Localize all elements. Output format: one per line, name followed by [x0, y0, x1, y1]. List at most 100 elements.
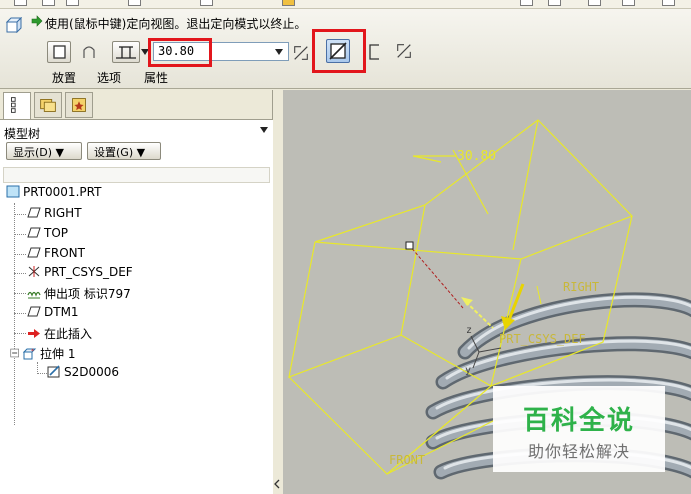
toolbar-view3-icon[interactable] — [588, 0, 601, 6]
tree-node-dtm1[interactable]: DTM1 — [27, 305, 79, 323]
tree-node-label: RIGHT — [44, 206, 82, 220]
highlight-box-remove-material — [312, 29, 366, 73]
tree-connector — [14, 203, 15, 425]
tree-connector — [14, 333, 26, 334]
message-arrow-icon — [31, 15, 43, 27]
toolbar-view-icon[interactable] — [520, 0, 533, 6]
protrusion-feature-icon — [27, 291, 41, 299]
tree-node-csys[interactable]: PRT_CSYS_DEF — [27, 265, 133, 283]
toolbar-view5-icon[interactable] — [662, 0, 675, 6]
model-tree-title: 模型树 — [4, 127, 41, 141]
depth-drag-line — [408, 244, 464, 309]
folder-browser-icon — [40, 99, 56, 112]
model-tree-icon — [11, 97, 16, 113]
tree-connector — [14, 234, 26, 235]
tree-node-label: PRT0001.PRT — [23, 185, 102, 199]
extrude-dashboard: 使用(鼠标中键)定向视图。退出定向模式以终止。 30.80 放置 选项 属性 — [0, 9, 691, 89]
toolbar-open-icon[interactable] — [42, 0, 55, 6]
coordinate-system-icon — [28, 266, 40, 277]
toolbar-view4-icon[interactable] — [622, 0, 635, 6]
tree-node-label: PRT_CSYS_DEF — [44, 265, 133, 279]
toolbar-view2-icon[interactable] — [548, 0, 561, 6]
tree-node-insert-here[interactable]: 在此插入 — [27, 325, 92, 343]
navigator-panel: 模型树 显示(D) ▼ 设置(G) ▼ PRT0001.PRT RIGHT TO… — [0, 90, 280, 494]
extrude-feature-icon — [6, 17, 22, 33]
watermark-subtitle: 助你轻松解决 — [527, 442, 630, 461]
settings-menu-button[interactable]: 设置(G) ▼ — [87, 142, 161, 160]
watermark-title: 百科全说 — [522, 406, 635, 436]
blind-depth-icon — [116, 46, 136, 59]
surface-button[interactable] — [77, 41, 101, 63]
main-toolbar-partial — [0, 0, 691, 9]
datum-label-front: FRONT — [389, 453, 425, 467]
part-icon — [6, 185, 20, 198]
depth-dropdown-chevron-down-icon[interactable] — [275, 49, 283, 55]
tree-menu-chevron-down-icon[interactable] — [260, 127, 268, 133]
tab-folder-browser[interactable] — [34, 92, 62, 118]
tree-node-label: DTM1 — [44, 305, 79, 319]
datum-plane-icon — [27, 207, 41, 218]
status-message: 使用(鼠标中键)定向视图。退出定向模式以终止。 — [45, 17, 307, 31]
solid-button[interactable] — [47, 41, 71, 63]
toolbar-new-icon[interactable] — [14, 0, 27, 6]
thicken-flip-icon — [397, 44, 411, 58]
blind-depth-button[interactable] — [112, 41, 140, 63]
tree-node-label: 在此插入 — [44, 327, 93, 341]
tree-connector — [14, 273, 26, 274]
tree-node-sketch[interactable]: S2D0006 — [47, 365, 119, 383]
flip-direction-icon — [294, 46, 308, 60]
tab-favorites[interactable] — [65, 92, 93, 118]
watermark-badge: 百科全说 助你轻松解决 — [493, 386, 665, 472]
depth-dimension-label[interactable]: 30.80 — [457, 149, 496, 164]
show-menu-button[interactable]: 显示(D) ▼ — [6, 142, 82, 160]
model-tree-pane: 模型树 显示(D) ▼ 设置(G) ▼ PRT0001.PRT RIGHT TO… — [0, 119, 273, 494]
surface-icon — [83, 46, 95, 58]
tree-connector — [14, 254, 26, 255]
tab-model-tree[interactable] — [3, 92, 31, 120]
tree-node-top-plane[interactable]: TOP — [27, 226, 68, 244]
toolbar-save-icon[interactable] — [66, 0, 79, 6]
tree-connector — [37, 373, 47, 374]
extrude-feature-icon: * — [23, 348, 37, 360]
datum-label-csys: PRT_CSYS_DEF — [499, 332, 586, 346]
tree-node-label: 拉伸 1 — [40, 347, 76, 361]
highlight-box-depth — [148, 38, 212, 67]
tree-filter-strip[interactable] — [3, 167, 270, 183]
collapse-minus-icon[interactable] — [10, 348, 20, 358]
tab-properties[interactable]: 属性 — [144, 69, 168, 86]
tree-node-protrusion[interactable]: 伸出项 标识797 — [27, 285, 131, 303]
tree-node-label: TOP — [44, 226, 69, 240]
depth-drag-handle[interactable] — [405, 241, 414, 250]
panel-scroll-left-icon[interactable] — [272, 474, 282, 494]
tree-node-label: 伸出项 标识797 — [44, 287, 131, 301]
toolbar-paste-icon[interactable] — [282, 0, 295, 6]
flip-direction-button[interactable] — [291, 43, 311, 63]
axis-label-y: y — [465, 365, 471, 376]
insert-arrow-icon — [28, 329, 40, 338]
tree-connector — [14, 313, 26, 314]
tree-node-root[interactable]: PRT0001.PRT — [6, 185, 101, 203]
favorites-icon — [72, 98, 86, 112]
tab-placement[interactable]: 放置 — [52, 69, 76, 86]
tree-connector — [14, 214, 26, 215]
toolbar-undo-icon[interactable] — [128, 0, 141, 6]
svg-text:*: * — [31, 348, 34, 355]
thicken-icon — [369, 44, 379, 60]
tab-options[interactable]: 选项 — [97, 69, 121, 86]
datum-plane-icon — [27, 227, 41, 238]
axis-label-z: z — [466, 325, 472, 336]
tree-node-extrude[interactable]: * 拉伸 1 — [10, 345, 75, 363]
sketch-icon — [47, 365, 60, 378]
datum-plane-icon — [27, 306, 41, 317]
datum-plane-icon — [27, 247, 41, 258]
thicken-flip-button[interactable] — [394, 41, 414, 63]
toolbar-cut-icon[interactable] — [200, 0, 213, 6]
tree-connector — [14, 293, 26, 294]
solid-icon — [53, 45, 66, 59]
tree-node-label: FRONT — [44, 246, 85, 260]
datum-label-right: RIGHT — [563, 280, 599, 294]
thicken-sketch-button[interactable] — [364, 41, 386, 63]
tree-node-right-plane[interactable]: RIGHT — [27, 206, 82, 224]
tree-node-front-plane[interactable]: FRONT — [27, 246, 85, 264]
tree-node-label: S2D0006 — [64, 365, 120, 379]
